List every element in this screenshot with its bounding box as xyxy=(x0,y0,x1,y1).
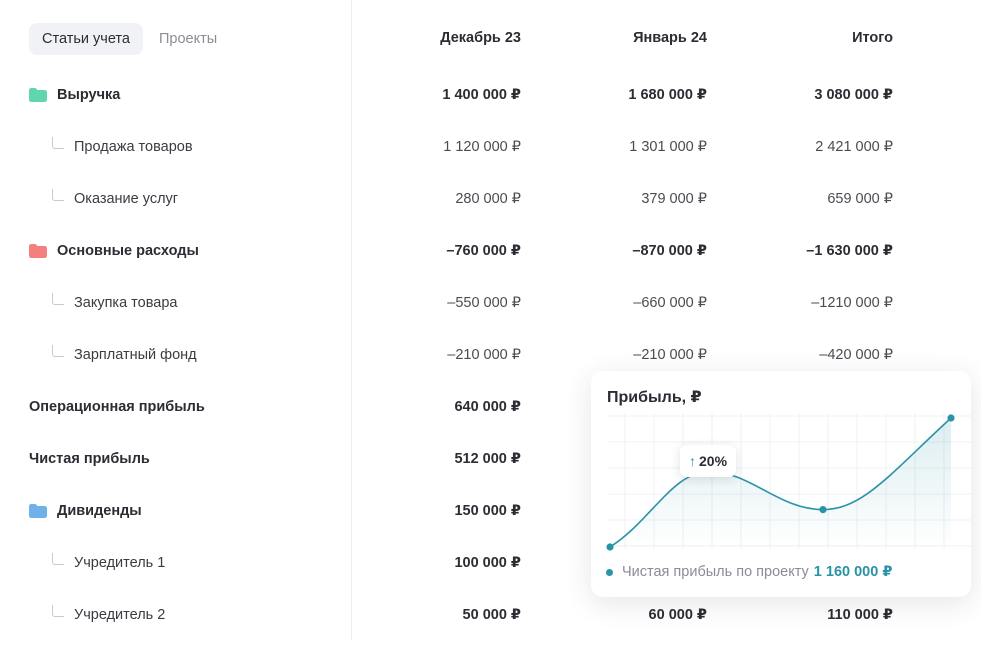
column-header-december: Декабрь 23 xyxy=(440,30,521,46)
row-operating-profit[interactable]: Операционная прибыль xyxy=(29,397,205,417)
column-header-total: Итого xyxy=(852,30,893,46)
tree-branch-icon xyxy=(52,553,64,565)
cell-payroll-total: –420 000 ₽ xyxy=(819,347,893,363)
folder-icon xyxy=(29,504,47,518)
cell-services-dec: 280 000 ₽ xyxy=(455,191,521,207)
cell-revenue-total: 3 080 000 ₽ xyxy=(814,87,893,103)
cell-founder-2-dec: 50 000 ₽ xyxy=(462,607,521,623)
cell-revenue-dec: 1 400 000 ₽ xyxy=(442,87,521,103)
folder-icon xyxy=(29,244,47,258)
chart-point xyxy=(947,414,955,422)
profit-area xyxy=(610,418,951,549)
row-product-sales[interactable]: Продажа товаров xyxy=(52,137,193,157)
tab-accounting-items[interactable]: Статьи учета xyxy=(29,23,143,55)
tab-projects[interactable]: Проекты xyxy=(143,23,230,55)
cell-product-sales-dec: 1 120 000 ₽ xyxy=(443,139,521,155)
chart-title: Прибыль, ₽ xyxy=(607,389,702,406)
cell-payroll-dec: –210 000 ₽ xyxy=(447,347,521,363)
tree-branch-icon xyxy=(52,293,64,305)
profit-chart-card: Прибыль, ₽ ↑ 20% Чистая прибыль по проек… xyxy=(591,371,971,597)
tree-branch-icon xyxy=(52,189,64,201)
cell-dividends-dec: 150 000 ₽ xyxy=(454,503,521,519)
cell-purchase-dec: –550 000 ₽ xyxy=(447,295,521,311)
row-net-profit[interactable]: Чистая прибыль xyxy=(29,449,150,469)
cell-founder-1-dec: 100 000 ₽ xyxy=(454,555,521,571)
row-services[interactable]: Оказание услуг xyxy=(52,189,178,209)
tree-branch-icon xyxy=(52,137,64,149)
row-founder-2[interactable]: Учредитель 2 xyxy=(52,605,165,625)
chart-legend: Чистая прибыль по проекту 1 160 000 ₽ xyxy=(606,564,892,580)
cell-product-sales-jan: 1 301 000 ₽ xyxy=(629,139,707,155)
cell-expenses-dec: –760 000 ₽ xyxy=(446,243,521,259)
row-dividends-label: Дивиденды xyxy=(57,503,142,519)
row-net-profit-label: Чистая прибыль xyxy=(29,451,150,467)
row-purchase[interactable]: Закупка товара xyxy=(52,293,177,313)
row-revenue-label: Выручка xyxy=(57,87,121,103)
cell-purchase-total: –1210 000 ₽ xyxy=(811,295,893,311)
cell-payroll-jan: –210 000 ₽ xyxy=(633,347,707,363)
cell-product-sales-total: 2 421 000 ₽ xyxy=(815,139,893,155)
row-product-sales-label: Продажа товаров xyxy=(74,139,193,155)
legend-label: Чистая прибыль по проекту xyxy=(622,564,809,580)
cell-revenue-jan: 1 680 000 ₽ xyxy=(628,87,707,103)
arrow-up-icon: ↑ xyxy=(689,453,696,469)
row-founder-2-label: Учредитель 2 xyxy=(74,607,166,623)
growth-badge-value: 20% xyxy=(699,453,728,469)
folder-icon xyxy=(29,88,47,102)
cell-services-total: 659 000 ₽ xyxy=(827,191,893,207)
column-header-january: Январь 24 xyxy=(633,30,707,46)
row-operating-profit-label: Операционная прибыль xyxy=(29,399,205,415)
row-main-expenses-label: Основные расходы xyxy=(57,243,199,259)
cell-services-jan: 379 000 ₽ xyxy=(641,191,707,207)
cell-net-profit-dec: 512 000 ₽ xyxy=(454,451,521,467)
chart-point xyxy=(819,505,827,514)
tree-branch-icon xyxy=(52,605,64,617)
row-services-label: Оказание услуг xyxy=(74,191,179,207)
cell-operating-profit-dec: 640 000 ₽ xyxy=(454,399,521,415)
row-payroll-label: Зарплатный фонд xyxy=(74,347,197,363)
chart-point xyxy=(606,543,614,551)
row-dividends[interactable]: Дивиденды xyxy=(29,501,142,521)
row-main-expenses[interactable]: Основные расходы xyxy=(29,241,199,261)
row-founder-1-label: Учредитель 1 xyxy=(74,555,166,571)
cell-founder-2-total: 110 000 ₽ xyxy=(827,607,893,623)
view-tabs: Статьи учета Проекты xyxy=(29,23,230,55)
cell-expenses-total: –1 630 000 ₽ xyxy=(806,243,893,259)
legend-dot-icon xyxy=(606,568,613,576)
tree-branch-icon xyxy=(52,345,64,357)
categories-panel: Статьи учета Проекты Выручка Продажа тов… xyxy=(0,0,352,640)
cell-expenses-jan: –870 000 ₽ xyxy=(632,243,707,259)
cell-purchase-jan: –660 000 ₽ xyxy=(633,295,707,311)
row-purchase-label: Закупка товара xyxy=(74,295,178,311)
row-founder-1[interactable]: Учредитель 1 xyxy=(52,553,165,573)
row-revenue[interactable]: Выручка xyxy=(29,85,120,105)
row-payroll[interactable]: Зарплатный фонд xyxy=(52,345,197,365)
legend-value: 1 160 000 ₽ xyxy=(813,564,893,580)
growth-badge: ↑ 20% xyxy=(680,445,737,477)
cell-founder-2-jan: 60 000 ₽ xyxy=(648,607,707,623)
